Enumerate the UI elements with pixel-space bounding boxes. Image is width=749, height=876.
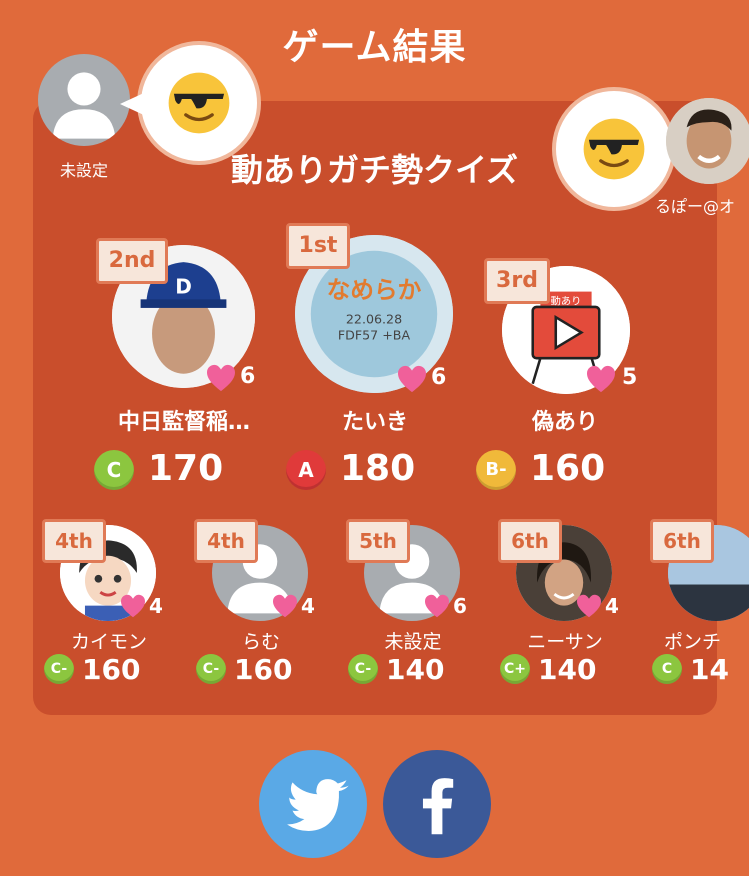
svg-text:なめらか: なめらか <box>327 276 422 304</box>
player-4a-name: カイモン <box>70 631 147 653</box>
heart-icon <box>207 364 235 392</box>
left-bubble-tail <box>120 92 146 116</box>
player-4b-name: らむ <box>241 631 280 653</box>
player-4b-rank: 4th <box>194 519 258 563</box>
player-4a-score: 160 <box>82 653 141 686</box>
facebook-share-button[interactable] <box>383 750 491 858</box>
player-4b-grade-badge: C- <box>196 654 226 684</box>
player-4a-hearts: 4 <box>149 594 163 618</box>
player-6b-grade-badge: C <box>652 654 682 684</box>
player-5-name: 未設定 <box>384 631 442 653</box>
left-player-avatar[interactable] <box>38 54 130 146</box>
player-4a-rank: 4th <box>42 519 106 563</box>
right-player-avatar[interactable] <box>666 98 749 184</box>
podium-3-score: 160 <box>530 448 606 489</box>
podium-1-name: たいき <box>341 410 408 435</box>
heart-icon <box>577 594 601 618</box>
twitter-share-button[interactable] <box>259 750 367 858</box>
heart-icon <box>273 594 297 618</box>
heart-icon <box>587 365 615 393</box>
svg-text:22.06.28: 22.06.28 <box>346 311 402 326</box>
sunglasses-emoji-icon <box>583 118 645 180</box>
podium-3-hearts: 5 <box>622 365 638 390</box>
twitter-bird-icon <box>287 779 349 831</box>
sunglasses-emoji-icon <box>168 72 230 134</box>
podium-3-grade-badge: B- <box>476 450 516 490</box>
heart-icon <box>425 594 449 618</box>
podium-2-name: 中日監督稲… <box>117 410 250 435</box>
podium-2-grade-badge: C <box>94 450 134 490</box>
podium-3-rank: 3rd <box>484 258 550 304</box>
podium-1-rank: 1st <box>286 223 350 269</box>
podium-1-score: 180 <box>340 448 416 489</box>
player-5-rank: 5th <box>346 519 410 563</box>
heart-icon <box>121 594 145 618</box>
player-4b-score: 160 <box>234 653 293 686</box>
player-6a-rank: 6th <box>498 519 562 563</box>
heart-icon <box>398 365 426 393</box>
svg-text:FDF57 +BA: FDF57 +BA <box>338 327 411 342</box>
page-title: ゲーム結果 <box>282 27 467 68</box>
podium-2-score: 170 <box>148 448 224 489</box>
podium-2-rank: 2nd <box>96 238 168 284</box>
right-player-name: るぽー@オ <box>655 197 736 216</box>
player-6a-score: 140 <box>538 653 597 686</box>
podium-1-grade-badge: A <box>286 450 326 490</box>
player-6b-rank: 6th <box>650 519 714 563</box>
player-6b-score: 14 <box>690 653 729 686</box>
svg-text:動あり: 動あり <box>551 294 582 307</box>
player-6b-name: ポンチ <box>664 631 722 653</box>
player-5-hearts: 6 <box>453 594 467 618</box>
player-5-score: 140 <box>386 653 445 686</box>
user-photo-icon <box>666 98 749 184</box>
podium-2-hearts: 6 <box>240 364 256 389</box>
player-4a-grade-badge: C- <box>44 654 74 684</box>
player-5-grade-badge: C- <box>348 654 378 684</box>
player-6a-hearts: 4 <box>605 594 619 618</box>
player-6a-grade-badge: C+ <box>500 654 530 684</box>
podium-3-name: 偽あり <box>531 410 598 435</box>
default-user-icon <box>52 72 116 139</box>
podium-1-hearts: 6 <box>431 365 447 390</box>
player-4b-hearts: 4 <box>301 594 315 618</box>
facebook-f-icon <box>422 778 454 835</box>
left-reaction-bubble <box>137 41 261 165</box>
svg-text:D: D <box>175 275 192 299</box>
left-player-name: 未設定 <box>59 161 108 180</box>
player-6a-name: ニーサン <box>527 631 603 653</box>
